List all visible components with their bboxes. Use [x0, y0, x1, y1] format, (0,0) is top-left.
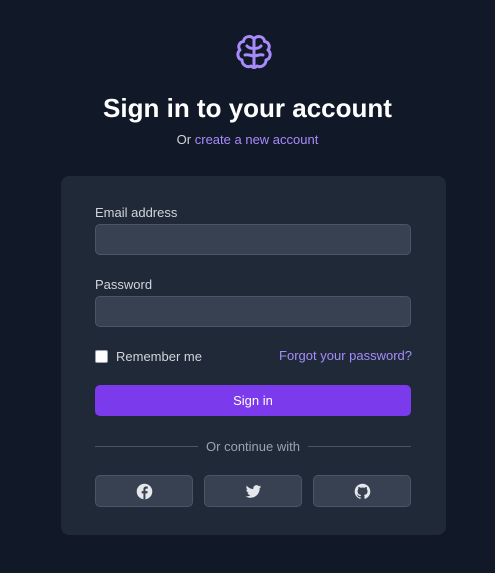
- remember-me-label: Remember me: [116, 348, 202, 364]
- social-login-row: [95, 475, 411, 507]
- facebook-button[interactable]: [95, 475, 193, 507]
- signin-card: Email address Password Remember me Forgo…: [61, 176, 446, 535]
- sign-in-button[interactable]: Sign in: [95, 385, 411, 416]
- facebook-icon: [136, 483, 152, 499]
- subtitle: Or create a new account: [0, 131, 495, 149]
- create-account-link[interactable]: create a new account: [195, 132, 319, 147]
- divider-line-left: [95, 445, 199, 447]
- remember-me: Remember me: [95, 348, 202, 364]
- github-icon: [354, 483, 370, 499]
- remember-me-checkbox[interactable]: [95, 349, 108, 363]
- subtitle-prefix: Or: [176, 132, 192, 147]
- github-button[interactable]: [313, 475, 411, 507]
- page-title: Sign in to your account: [103, 93, 392, 123]
- password-field[interactable]: [95, 296, 411, 327]
- forgot-password-link[interactable]: Forgot your password?: [279, 348, 412, 364]
- email-field[interactable]: [95, 224, 411, 255]
- email-label: Email address: [95, 205, 178, 220]
- divider-line-right: [307, 445, 411, 447]
- brain-logo-icon: [236, 35, 272, 69]
- divider: Or continue with: [95, 438, 411, 454]
- password-label: Password: [95, 277, 153, 292]
- twitter-button[interactable]: [204, 475, 302, 507]
- divider-text: Or continue with: [206, 438, 300, 454]
- twitter-icon: [245, 484, 261, 498]
